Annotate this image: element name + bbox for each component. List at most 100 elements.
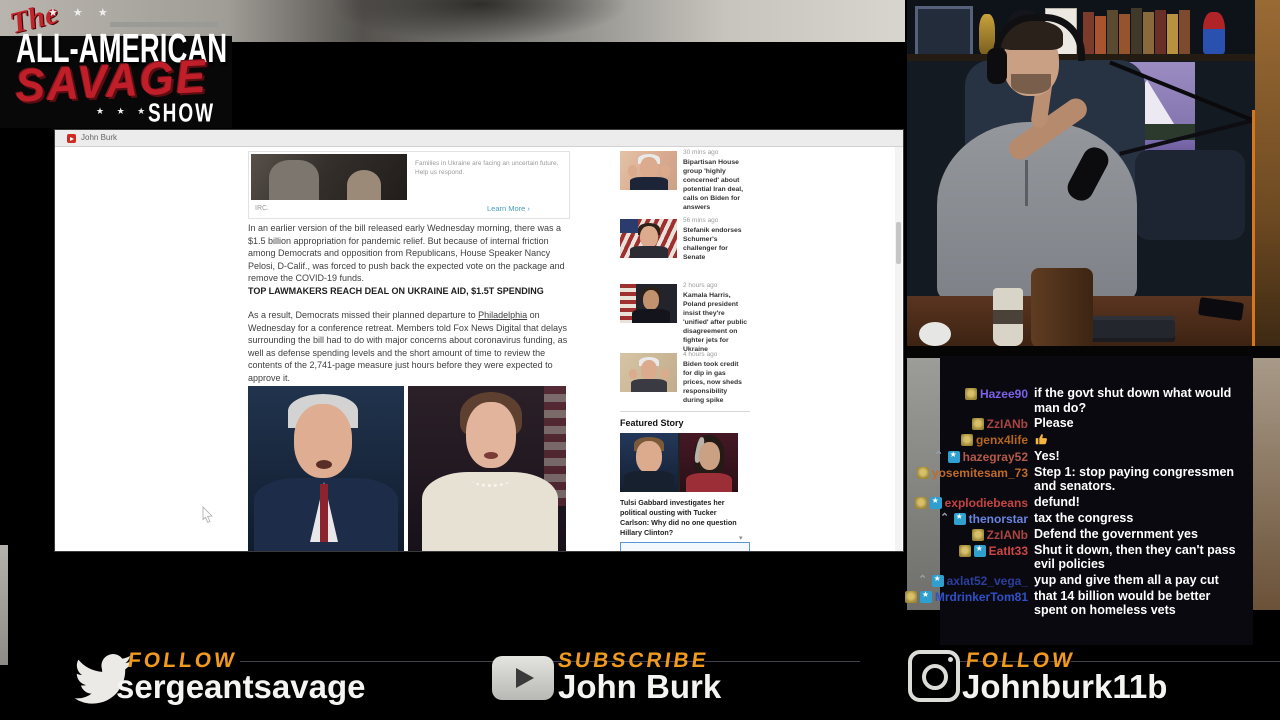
chat-username[interactable]: yosemitesam_73	[932, 466, 1028, 480]
banner-smoke	[330, 0, 630, 42]
webcam-feed	[907, 0, 1280, 356]
window-titlebar[interactable]: John Burk	[55, 130, 903, 147]
mccarthy-tie	[320, 484, 328, 542]
pelosi-photo	[408, 386, 566, 551]
chat-message-text: Yes!	[1034, 448, 1060, 463]
chat-message: yosemitesam_73 Step 1: stop paying congr…	[916, 464, 1253, 494]
chair-back	[1135, 150, 1245, 240]
chevron-down-icon[interactable]: ▾	[739, 534, 743, 542]
ad-banner[interactable]: Families in Ukraine are facing an uncert…	[248, 151, 570, 219]
pelosi-mouth	[484, 452, 498, 459]
chat-username[interactable]: MrdrinkerTom81	[935, 590, 1028, 604]
chat-message-text: yup and give them all a pay cut	[1034, 572, 1219, 587]
chat-message: genx4life	[940, 432, 1253, 448]
ad-image-figure-2	[347, 170, 381, 200]
window-scrollbar-track[interactable]	[895, 147, 902, 551]
article-paragraph-2: As a result, Democrats missed their plan…	[248, 309, 575, 384]
article-subheading: TOP LAWMAKERS REACH DEAL ON UKRAINE AID,…	[248, 286, 544, 296]
chat-username[interactable]: genx4life	[976, 433, 1028, 447]
chat-message-text	[1034, 432, 1242, 448]
chat-message-text: Please	[1034, 416, 1074, 430]
philadelphia-link[interactable]: Philadelphia	[478, 310, 527, 320]
sub-badge-icon	[929, 496, 942, 509]
coffee-cup	[993, 288, 1023, 346]
chat-message-text: that 14 billion would be better spent on…	[1034, 588, 1211, 618]
chat-message: ⌃ thenorstar tax the congress	[940, 511, 1253, 526]
logo-stars-bottom: ★ ★ ★	[96, 106, 151, 116]
chat-username[interactable]: EatIt33	[989, 544, 1028, 558]
tucker-photo	[620, 433, 678, 492]
chat-username[interactable]: ZzIANb	[987, 417, 1028, 431]
youtube-handle[interactable]: John Burk	[558, 668, 721, 706]
instagram-icon	[908, 650, 960, 702]
news-title[interactable]: Bipartisan House group 'highly concerned…	[683, 158, 749, 212]
biden-thumbnail	[620, 151, 677, 190]
host-beard	[1011, 74, 1051, 94]
featured-story-image[interactable]	[620, 433, 738, 492]
chevron-up-icon: ⌃	[934, 449, 944, 462]
news-title[interactable]: Kamala Harris, Poland president insist t…	[683, 291, 749, 354]
sidebar-news-item[interactable]: 2 hours ago Kamala Harris, Poland presid…	[620, 282, 750, 353]
pelosi-pearls	[472, 474, 510, 487]
tulsi-photo	[680, 433, 738, 492]
chevron-up-icon: ⌃	[940, 511, 950, 524]
chat-username[interactable]: hazegray52	[963, 450, 1028, 464]
twitter-handle[interactable]: sergeantsavage	[116, 668, 365, 706]
chat-message: ⌃ axlat52_vega_ yup and give them all a p…	[918, 572, 1253, 588]
sidebar-news-item[interactable]: 4 hours ago Biden took credit for dip in…	[620, 351, 750, 413]
chat-message: EatIt33 Shut it down, then they can't pa…	[940, 543, 1253, 572]
news-title[interactable]: Stefanik endorses Schumer's challenger f…	[683, 226, 749, 262]
superman-figure	[1203, 12, 1225, 54]
headphones-earcup	[987, 48, 1007, 84]
gift-badge-icon	[904, 590, 917, 603]
chat-message-text: if the govt shut down what would man do?	[1034, 386, 1232, 415]
sidebar-next-module	[620, 542, 750, 551]
stream-overlay: The ★ ★ ★ ALL-AMERICAN SAVAGE ★ ★ ★ SHOW…	[0, 0, 1280, 720]
sub-badge-icon	[973, 544, 986, 557]
featured-story-caption[interactable]: Tulsi Gabbard investigates her political…	[620, 498, 744, 538]
sub-badge-icon	[919, 590, 932, 603]
news-timestamp: 2 hours ago	[683, 282, 718, 289]
chat-message: explodiebeans defund!	[914, 494, 1253, 510]
logo-show: SHOW	[148, 100, 216, 129]
ad-image	[251, 154, 407, 200]
news-timestamp: 56 mins ago	[683, 217, 719, 224]
sub-badge-icon	[931, 574, 944, 587]
wooden-mug	[1031, 268, 1093, 350]
chat-message-text: Step 1: stop paying congressmen and sena…	[1034, 464, 1235, 494]
overlay-right-edge	[1255, 0, 1280, 356]
youtube-favicon-icon	[67, 134, 76, 143]
gift-badge-icon	[916, 466, 929, 479]
chat-username[interactable]: thenorstar	[969, 512, 1028, 526]
sub-badge-icon	[953, 512, 966, 525]
chat-message-text: defund!	[1034, 494, 1080, 509]
shirt-buttons	[1025, 160, 1028, 206]
chat-username[interactable]: explodiebeans	[945, 496, 1028, 510]
chat-panel[interactable]: Hazee90 if the govt shut down what would…	[904, 356, 1253, 645]
sub-badge-icon	[947, 450, 960, 463]
background-edge-strip	[0, 545, 8, 665]
article-photo-mccarthy-pelosi	[248, 386, 566, 551]
show-logo: The ★ ★ ★ ALL-AMERICAN SAVAGE ★ ★ ★ SHOW	[0, 0, 232, 128]
sidebar-news-item[interactable]: 30 mins ago Bipartisan House group 'high…	[620, 149, 750, 211]
paragraph-2-text: As a result, Democrats missed their plan…	[248, 310, 479, 320]
chat-username[interactable]: ZzIANb	[987, 528, 1028, 542]
chevron-up-icon: ⌃	[917, 573, 928, 586]
instagram-handle[interactable]: Johnburk11b	[962, 668, 1167, 706]
chat-message: Hazee90 if the govt shut down what would…	[940, 386, 1253, 415]
chat-username[interactable]: axlat52_vega_	[947, 574, 1028, 588]
social-bar: FOLLOW sergeantsavage SUBSCRIBE John Bur…	[0, 645, 1280, 720]
browser-window: John Burk Families in Ukraine are facing…	[55, 130, 903, 551]
window-scrollbar-thumb[interactable]	[896, 222, 901, 264]
ad-learn-more-link[interactable]: Learn More ›	[487, 204, 530, 213]
gift-badge-icon	[960, 434, 973, 446]
news-title[interactable]: Biden took credit for dip in gas prices,…	[683, 360, 749, 405]
window-title: John Burk	[81, 133, 118, 142]
sidebar-news-item[interactable]: 56 mins ago Stefanik endorses Schumer's …	[620, 217, 750, 279]
chat-username[interactable]: Hazee90	[980, 387, 1028, 401]
mccarthy-photo	[248, 386, 404, 551]
gift-badge-icon	[971, 528, 984, 541]
ad-image-figure	[269, 160, 319, 200]
logo-stars-top: ★ ★ ★	[48, 7, 114, 19]
gift-badge-icon	[971, 418, 984, 430]
